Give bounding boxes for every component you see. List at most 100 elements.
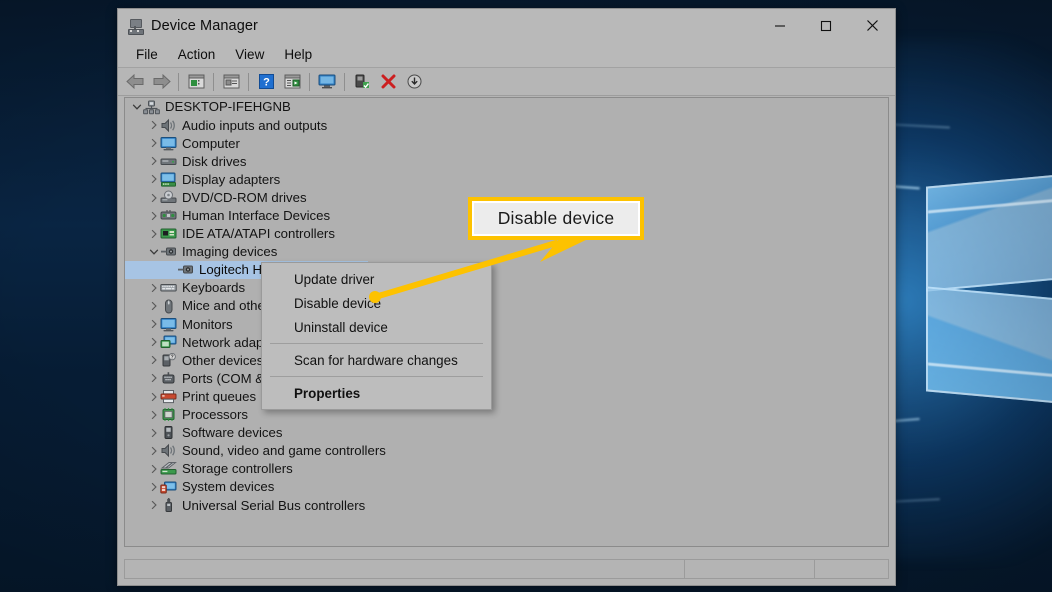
menu-item-help[interactable]: Help <box>274 45 322 64</box>
view-devices-icon[interactable] <box>279 70 305 94</box>
computer-root-icon <box>143 100 160 115</box>
callout-label: Disable device <box>497 208 615 228</box>
chevron-right-icon[interactable] <box>148 155 160 167</box>
chevron-right-icon[interactable] <box>148 463 160 475</box>
chevron-down-icon[interactable] <box>148 246 160 258</box>
maximize-button[interactable] <box>803 9 849 42</box>
chevron-right-icon[interactable] <box>148 481 160 493</box>
scan-for-hardware-changes-icon[interactable] <box>349 70 375 94</box>
imaging-device-icon <box>160 244 177 259</box>
dvd-drive-icon <box>160 190 177 205</box>
context-menu-item[interactable]: Disable device <box>262 291 491 315</box>
device-manager-window: Device Manager File Action View Help ? D… <box>117 8 896 586</box>
chevron-right-icon[interactable] <box>148 427 160 439</box>
network-adapter-icon <box>160 335 177 350</box>
tree-row-label: System devices <box>182 479 275 495</box>
forward-icon[interactable] <box>148 70 174 94</box>
window-title: Device Manager <box>151 17 258 34</box>
tree-row[interactable]: System devices <box>125 478 888 496</box>
tree-row[interactable]: Sound, video and game controllers <box>125 442 888 460</box>
menu-item-view[interactable]: View <box>225 45 274 64</box>
chevron-right-icon[interactable] <box>148 445 160 457</box>
properties-icon[interactable] <box>218 70 244 94</box>
tree-row-root[interactable]: DESKTOP-IFEHGNB <box>125 98 888 116</box>
device-manager-icon <box>127 18 144 35</box>
tree-row-label: IDE ATA/ATAPI controllers <box>182 226 335 242</box>
chevron-right-icon[interactable] <box>148 391 160 403</box>
context-menu-separator <box>270 376 483 377</box>
chevron-right-icon[interactable] <box>148 210 160 222</box>
software-device-icon <box>160 425 177 440</box>
chevron-right-icon[interactable] <box>148 354 160 366</box>
chevron-right-icon[interactable] <box>148 499 160 511</box>
tree-row[interactable]: Processors <box>125 406 888 424</box>
hid-icon <box>160 208 177 223</box>
tree-row[interactable]: Imaging devices <box>125 243 888 261</box>
tree-row[interactable]: Disk drives <box>125 152 888 170</box>
tree-row[interactable]: Computer <box>125 134 888 152</box>
status-pane <box>815 560 888 578</box>
menu-item-action[interactable]: Action <box>168 45 226 64</box>
tree-row-label: Processors <box>182 407 248 423</box>
uninstall-device-icon[interactable] <box>375 70 401 94</box>
chevron-right-icon[interactable] <box>148 228 160 240</box>
tree-row[interactable]: Monitors <box>125 315 888 333</box>
tree-row[interactable]: Audio inputs and outputs <box>125 116 888 134</box>
processor-icon <box>160 407 177 422</box>
tree-row[interactable]: Software devices <box>125 424 888 442</box>
chevron-right-icon[interactable] <box>148 336 160 348</box>
chevron-right-icon[interactable] <box>148 409 160 421</box>
tree-row-label: Imaging devices <box>182 244 278 260</box>
tree-row[interactable]: Network adapters <box>125 333 888 351</box>
printer-icon <box>160 389 177 404</box>
tree-row[interactable]: Universal Serial Bus controllers <box>125 496 888 514</box>
ide-controller-icon <box>160 226 177 241</box>
tree-row[interactable]: Keyboards <box>125 279 888 297</box>
display-icon[interactable] <box>314 70 340 94</box>
menu-bar: File Action View Help <box>118 42 895 68</box>
back-icon[interactable] <box>122 70 148 94</box>
chevron-right-icon[interactable] <box>148 192 160 204</box>
context-menu-item[interactable]: Scan for hardware changes <box>262 348 491 372</box>
chevron-right-icon[interactable] <box>148 372 160 384</box>
tree-row-label: Disk drives <box>182 153 247 169</box>
tree-row[interactable]: Mice and other pointing devices <box>125 297 888 315</box>
display-adapter-icon <box>160 172 177 187</box>
device-tree[interactable]: DESKTOP-IFEHGNB Audio inputs and outputs C… <box>124 97 889 547</box>
tree-row[interactable]: Display adapters <box>125 170 888 188</box>
minimize-button[interactable] <box>757 9 803 42</box>
imaging-device-icon <box>177 262 194 277</box>
chevron-right-icon[interactable] <box>148 119 160 131</box>
context-menu-item[interactable]: Update driver <box>262 267 491 291</box>
help-icon[interactable]: ? <box>253 70 279 94</box>
tree-row[interactable]: Ports (COM & LPT) <box>125 369 888 387</box>
tree-row-label: Storage controllers <box>182 461 293 477</box>
chevron-down-icon[interactable] <box>131 101 143 113</box>
tree-row[interactable]: Print queues <box>125 388 888 406</box>
update-driver-icon[interactable] <box>401 70 427 94</box>
chevron-right-icon[interactable] <box>148 300 160 312</box>
close-button[interactable] <box>849 9 895 42</box>
menu-item-file[interactable]: File <box>126 45 168 64</box>
tree-row[interactable]: Storage controllers <box>125 460 888 478</box>
chevron-right-icon[interactable] <box>148 318 160 330</box>
context-menu-item[interactable]: Properties <box>262 381 491 405</box>
toolbar-separator <box>213 72 214 91</box>
context-menu-item[interactable]: Uninstall device <box>262 315 491 339</box>
storage-controller-icon <box>160 461 177 476</box>
chevron-right-icon[interactable] <box>148 173 160 185</box>
show-hide-console-tree-icon[interactable] <box>183 70 209 94</box>
disk-drive-icon <box>160 154 177 169</box>
monitor-icon <box>160 136 177 151</box>
chevron-right-icon[interactable] <box>148 137 160 149</box>
tree-row-label: Other devices <box>182 352 264 368</box>
context-menu[interactable]: Update driver Disable device Uninstall dev… <box>261 262 492 410</box>
tree-row[interactable]: ? Other devices <box>125 351 888 369</box>
tree-row-label: DESKTOP-IFEHGNB <box>165 99 291 115</box>
tree-row-label: Computer <box>182 135 240 151</box>
title-bar[interactable]: Device Manager <box>118 9 895 42</box>
tree-row-label: DVD/CD-ROM drives <box>182 189 307 205</box>
status-pane <box>685 560 815 578</box>
chevron-right-icon[interactable] <box>148 282 160 294</box>
tree-row-label: Software devices <box>182 425 283 441</box>
